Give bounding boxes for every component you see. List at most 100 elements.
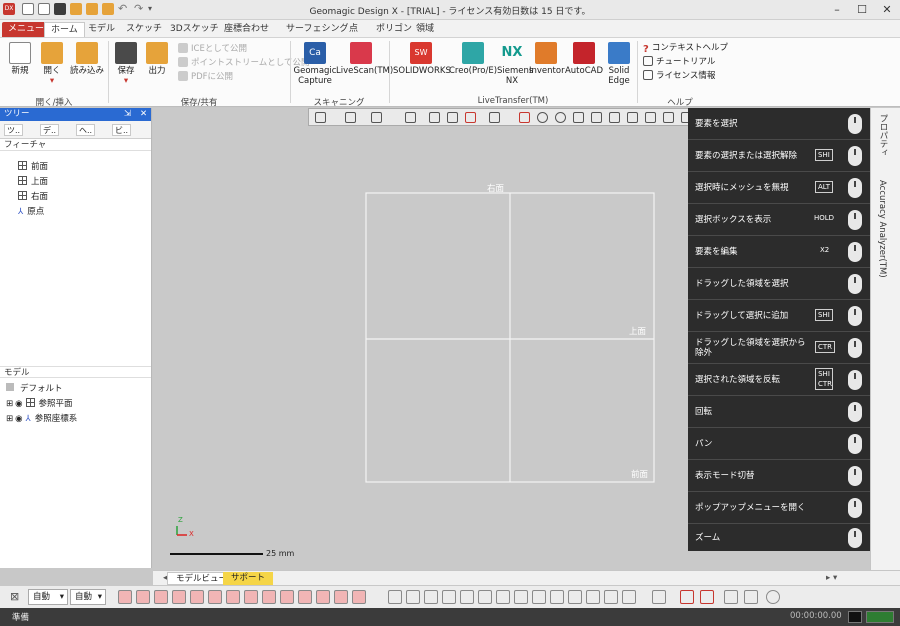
view-orient-icon[interactable] xyxy=(315,112,326,123)
eye-icon[interactable]: ◉ xyxy=(15,414,22,424)
loop-select-icon[interactable] xyxy=(645,112,656,123)
filter-coord-icon[interactable] xyxy=(334,590,348,604)
selection-mode-icon[interactable] xyxy=(489,112,500,123)
popup-row-drag-remove[interactable]: ドラッグした領域を選択から除外 CTR xyxy=(688,332,870,364)
popup-row-pan[interactable]: パン xyxy=(688,428,870,460)
filter-body-icon[interactable] xyxy=(172,590,186,604)
tab-sketch[interactable]: スケッチ xyxy=(120,22,168,37)
view-pan-icon[interactable] xyxy=(586,590,600,604)
popup-row-ignore-mesh[interactable]: 選択時にメッシュを無視 ALT xyxy=(688,172,870,204)
import-button[interactable]: 読み込み xyxy=(70,42,104,76)
scan-icon[interactable] xyxy=(680,590,694,604)
camera-icon[interactable] xyxy=(622,590,636,604)
tab-accuracy-analyzer[interactable]: Accuracy Analyzer(TM) xyxy=(877,180,887,278)
copy-icon[interactable] xyxy=(652,590,666,604)
filter-sketch-icon[interactable] xyxy=(262,590,276,604)
model-item-default[interactable]: デフォルト xyxy=(6,383,63,395)
close-button[interactable]: ✕ xyxy=(876,2,898,17)
export-button[interactable]: 出力 xyxy=(143,42,171,76)
settings-icon[interactable] xyxy=(766,590,780,604)
popup-row-zoom[interactable]: ズーム xyxy=(688,524,870,551)
filter-vector-icon[interactable] xyxy=(316,590,330,604)
view-rotate-icon[interactable] xyxy=(550,590,564,604)
view-zoom-icon[interactable] xyxy=(568,590,582,604)
popup-row-display-mode[interactable]: 表示モード切替 xyxy=(688,460,870,492)
mesh-icon[interactable] xyxy=(724,590,738,604)
popup-row-select[interactable]: 要素を選択 xyxy=(688,108,870,140)
filter-plane-icon[interactable] xyxy=(298,590,312,604)
filter-region-icon[interactable] xyxy=(154,590,168,604)
tree-item-origin[interactable]: ⅄ 原点 xyxy=(18,206,44,218)
smart-select-icon[interactable] xyxy=(663,112,674,123)
save-button[interactable]: 保存 ▾ xyxy=(112,42,140,86)
paint-select-icon[interactable] xyxy=(591,112,602,123)
expand-icon[interactable]: ⊞ xyxy=(6,414,13,424)
tree-item-top[interactable]: 上面 xyxy=(18,176,48,188)
publish-ice-button[interactable]: ICEとして公開 xyxy=(178,43,247,55)
tab-menu[interactable]: メニュー xyxy=(2,22,51,37)
context-help-button[interactable]: ? コンテキストヘルプ xyxy=(643,42,728,55)
filter-vertex-icon[interactable] xyxy=(244,590,258,604)
polygon-select-icon[interactable] xyxy=(555,112,566,123)
tab-view[interactable]: ビ.. xyxy=(112,124,132,136)
extend-select-icon[interactable] xyxy=(627,112,638,123)
tab-model[interactable]: モデル xyxy=(82,22,121,37)
rect-select-icon[interactable] xyxy=(519,112,530,123)
geomagic-capture-button[interactable]: Ca Geomagic Capture xyxy=(293,42,337,86)
brush-select-icon[interactable] xyxy=(609,112,620,123)
license-info-button[interactable]: ライセンス情報 xyxy=(643,70,715,82)
view-fit-icon[interactable] xyxy=(388,590,402,604)
measure-icon[interactable] xyxy=(744,590,758,604)
view-top-icon[interactable] xyxy=(478,590,492,604)
filter-point-icon[interactable] xyxy=(118,590,132,604)
tab-home[interactable]: ホーム xyxy=(44,22,85,37)
view-normal-icon[interactable] xyxy=(532,590,546,604)
tutorial-button[interactable]: チュートリアル xyxy=(643,56,715,68)
siemens-nx-button[interactable]: NX Siemens NX xyxy=(497,42,533,86)
view-back-icon[interactable] xyxy=(424,590,438,604)
open-dropdown-icon[interactable]: ▾ xyxy=(50,76,54,86)
model-item-ref-coords[interactable]: ⊞ ◉ ⅄ 参照座標系 xyxy=(6,413,77,425)
tab-properties[interactable]: プロパティ xyxy=(877,114,889,157)
publish-pdf-button[interactable]: PDFに公開 xyxy=(178,71,233,83)
tab-region[interactable]: 領域 xyxy=(410,22,440,37)
open-button[interactable]: 開く ▾ xyxy=(38,42,66,86)
lasso-select-icon[interactable] xyxy=(573,112,584,123)
popup-row-toggle-select[interactable]: 要素の選択または選択解除 SHI xyxy=(688,140,870,172)
tab-point[interactable]: 点 xyxy=(343,22,364,37)
creo-button[interactable]: Creo(Pro/E) xyxy=(449,42,497,76)
model-item-ref-planes[interactable]: ⊞ ◉ 参照平面 xyxy=(6,398,73,410)
filter-edge-icon[interactable] xyxy=(226,590,240,604)
cube-view-icon[interactable] xyxy=(345,112,356,123)
filter-surface-icon[interactable] xyxy=(190,590,204,604)
section-view-icon[interactable] xyxy=(465,112,476,123)
livescan-button[interactable]: LiveScan(TM) xyxy=(336,42,393,76)
minimize-button[interactable]: – xyxy=(826,2,848,17)
selection-mode-select[interactable]: 自動 ▾ xyxy=(28,589,68,605)
solid-edge-button[interactable]: Solid Edge xyxy=(604,42,634,86)
popup-row-drag-add[interactable]: ドラッグして選択に追加 SHI xyxy=(688,300,870,332)
tab-3dsketch[interactable]: 3Dスケッチ xyxy=(164,22,225,37)
tree-item-front[interactable]: 前面 xyxy=(18,161,48,173)
light-icon[interactable] xyxy=(604,590,618,604)
filter-face-icon[interactable] xyxy=(208,590,222,604)
view-right-icon[interactable] xyxy=(460,590,474,604)
tab-support[interactable]: サポート xyxy=(223,572,274,585)
view-iso-icon[interactable] xyxy=(514,590,528,604)
top-view-icon[interactable] xyxy=(447,112,458,123)
scan-device-icon[interactable] xyxy=(700,590,714,604)
autocad-button[interactable]: AutoCAD xyxy=(564,42,604,76)
popup-row-drag-select[interactable]: ドラッグした領域を選択 xyxy=(688,268,870,300)
tab-design[interactable]: デ.. xyxy=(40,124,60,136)
save-dropdown-icon[interactable]: ▾ xyxy=(124,76,128,86)
eye-icon[interactable]: ◉ xyxy=(15,399,22,409)
filter-poly-icon[interactable] xyxy=(136,590,150,604)
box-view-icon[interactable] xyxy=(405,112,416,123)
maximize-button[interactable]: ☐ xyxy=(851,2,873,17)
front-view-icon[interactable] xyxy=(429,112,440,123)
view-left-icon[interactable] xyxy=(442,590,456,604)
tree-item-right[interactable]: 右面 xyxy=(18,191,48,203)
popup-row-edit[interactable]: 要素を編集 X2 xyxy=(688,236,870,268)
inventor-button[interactable]: Inventor xyxy=(529,42,565,76)
new-button[interactable]: 新規 xyxy=(6,42,34,76)
